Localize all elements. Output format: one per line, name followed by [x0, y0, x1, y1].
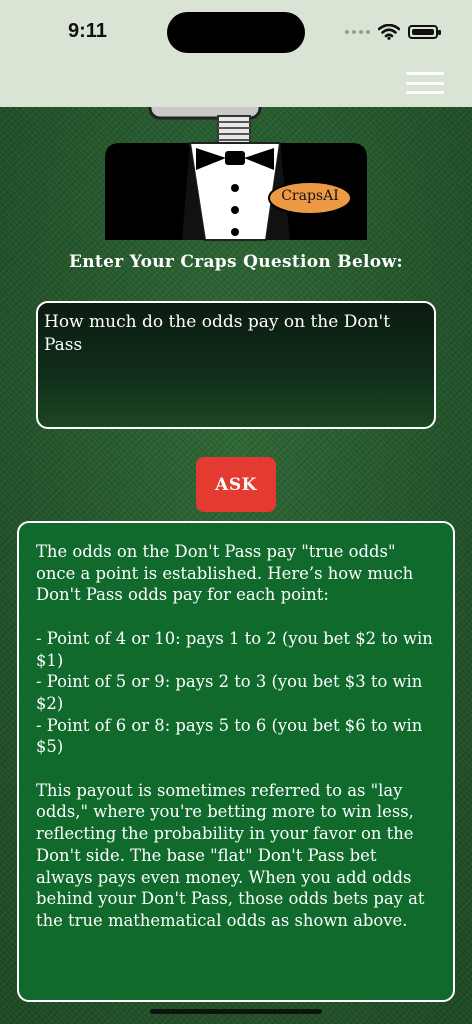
mascot-badge-label: CrapsAI	[281, 188, 339, 204]
status-icons	[345, 24, 441, 40]
dynamic-island	[167, 12, 305, 53]
header-bar: 9:11	[0, 0, 472, 107]
answer-list: - Point of 4 or 10: pays 1 to 2 (you bet…	[36, 628, 437, 758]
battery-icon	[408, 25, 441, 39]
answer-outro: This payout is sometimes referred to as …	[36, 780, 425, 930]
hamburger-icon[interactable]	[406, 72, 444, 94]
list-item: - Point of 4 or 10: pays 1 to 2 (you bet…	[36, 628, 433, 670]
answer-panel: The odds on the Don't Pass pay "true odd…	[17, 521, 455, 1002]
list-item: - Point of 6 or 8: pays 5 to 6 (you bet …	[36, 715, 423, 757]
answer-intro: The odds on the Don't Pass pay "true odd…	[36, 542, 414, 605]
list-item: - Point of 5 or 9: pays 2 to 3 (you bet …	[36, 672, 423, 713]
status-time: 9:11	[68, 20, 107, 42]
wifi-icon	[378, 24, 400, 40]
question-prompt-label: Enter Your Craps Question Below:	[69, 252, 403, 272]
home-indicator	[150, 1009, 322, 1014]
ask-button[interactable]: ASK	[196, 457, 276, 512]
cellular-signal-icon	[345, 30, 370, 34]
question-input[interactable]: How much do the odds pay on the Don't Pa…	[36, 301, 436, 429]
